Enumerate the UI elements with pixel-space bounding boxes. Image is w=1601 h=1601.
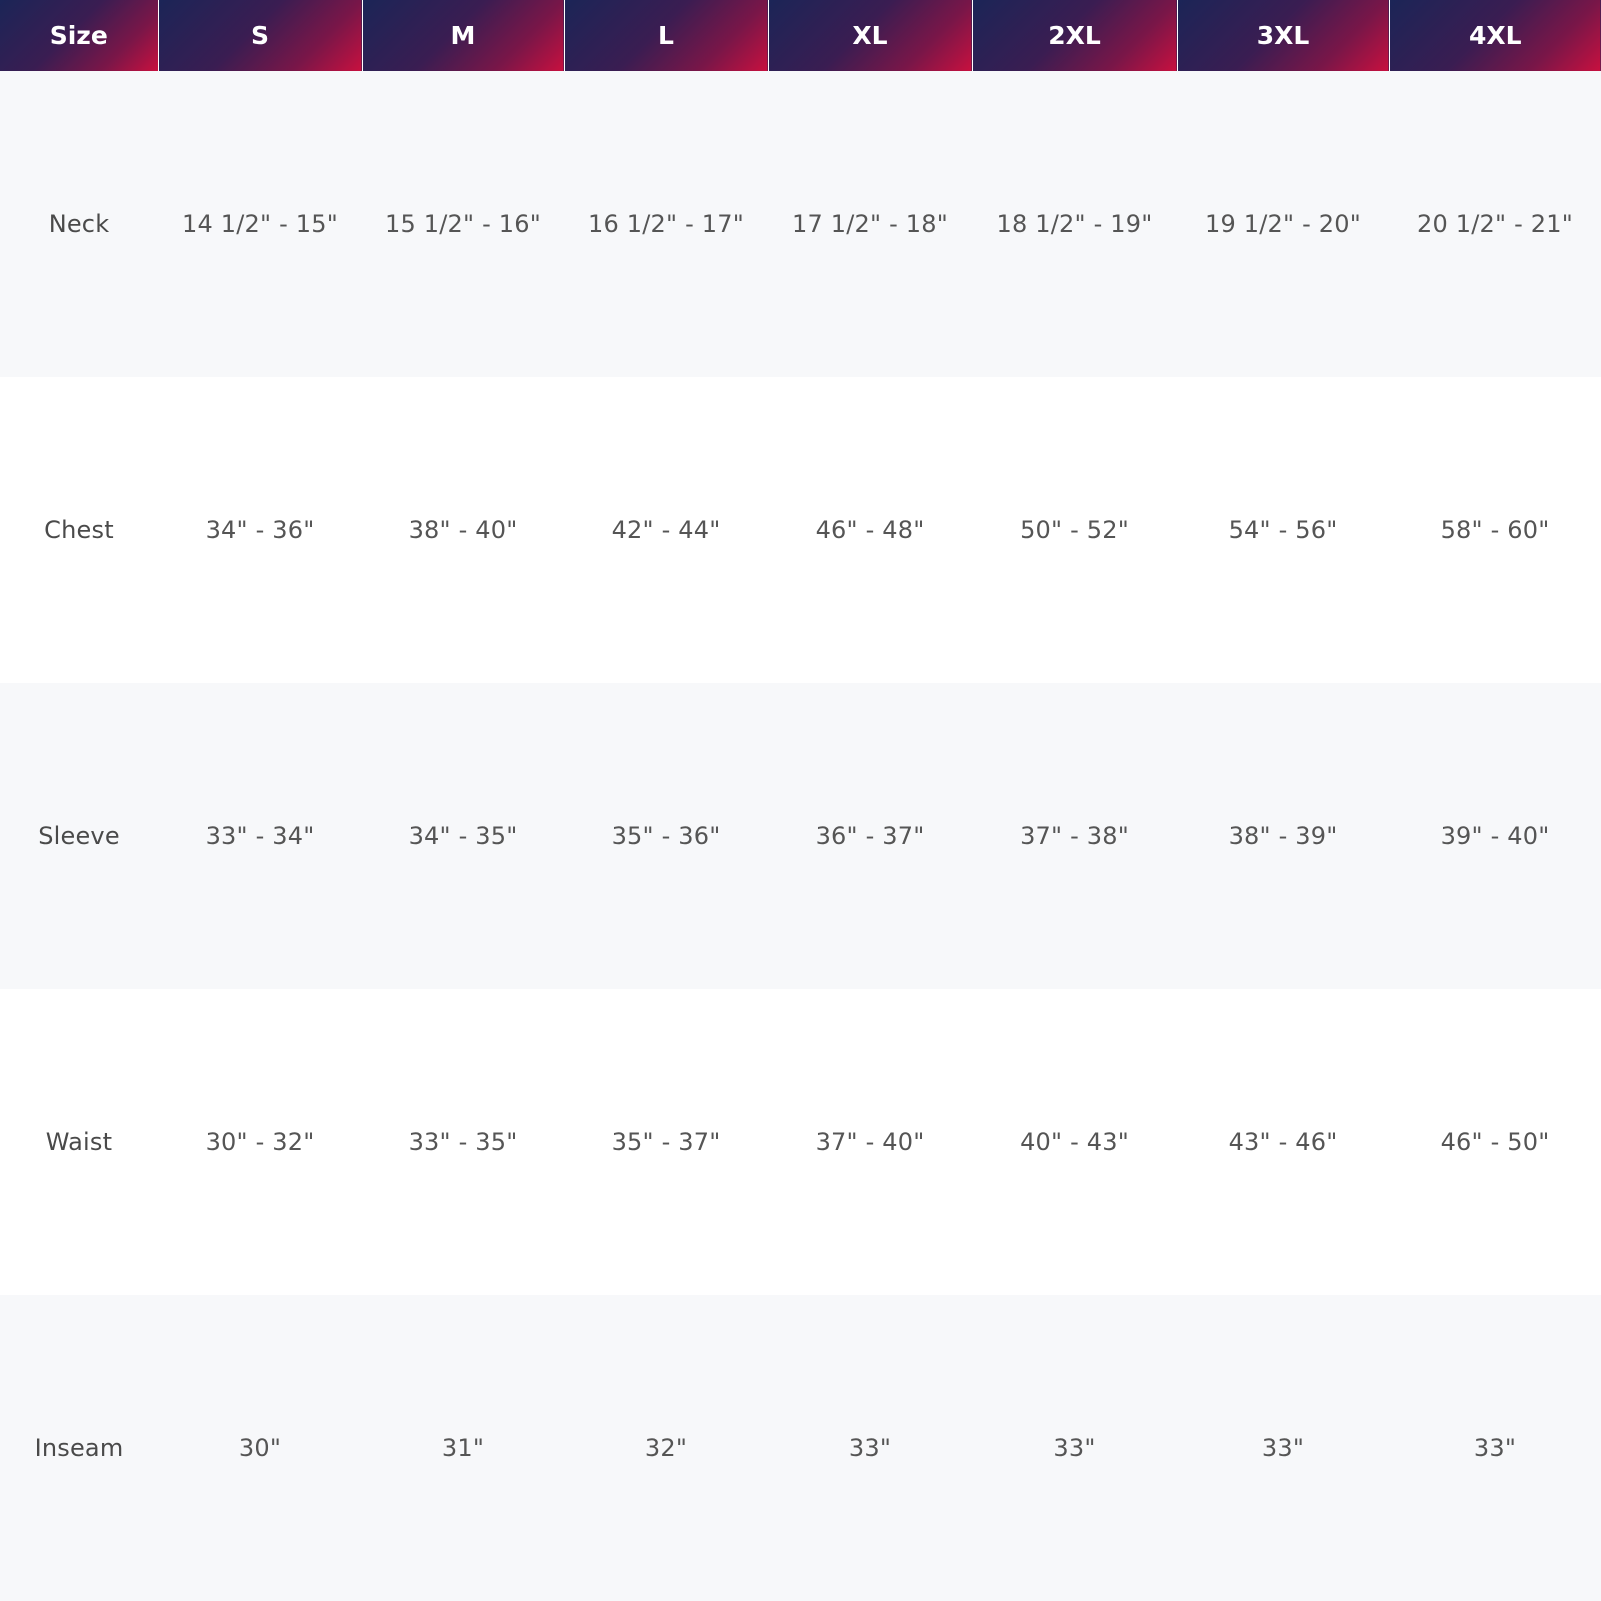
table-cell: 36" - 37": [815, 822, 925, 850]
table-cell: 37" - 40": [815, 1128, 925, 1156]
table-header: Size S M L XL 2XL 3XL 4XL: [0, 0, 1601, 71]
table-cell: 39" - 40": [1440, 822, 1550, 850]
table-cell: 46" - 50": [1440, 1128, 1550, 1156]
table-cell: 38" - 39": [1228, 822, 1338, 850]
table-cell: 15 1/2" - 16": [385, 210, 541, 238]
table-cell: 16 1/2" - 17": [588, 210, 744, 238]
header-4xl: 4XL: [1388, 0, 1601, 71]
row-label: Neck: [48, 210, 110, 238]
table-cell: 54" - 56": [1228, 516, 1338, 544]
table-cell: 33": [1261, 1434, 1305, 1462]
table-row-sleeve: Sleeve 33" - 34" 34" - 35" 35" - 36" 36"…: [0, 683, 1601, 989]
table-cell: 18 1/2" - 19": [996, 210, 1153, 238]
row-label: Sleeve: [38, 822, 120, 850]
table-cell: 19 1/2" - 20": [1205, 210, 1361, 238]
row-label: Chest: [44, 516, 114, 544]
header-size: Size: [0, 0, 158, 71]
table-cell: 33" - 35": [408, 1128, 518, 1156]
table-cell: 58" - 60": [1440, 516, 1550, 544]
table-row-chest: Chest 34" - 36" 38" - 40" 42" - 44" 46" …: [0, 377, 1601, 683]
row-label: Waist: [45, 1128, 113, 1156]
table-cell: 14 1/2" - 15": [182, 210, 338, 238]
size-chart-table: Size S M L XL 2XL 3XL 4XL Neck 14 1/2" -…: [0, 0, 1601, 1601]
table-row-neck: Neck 14 1/2" - 15" 15 1/2" - 16" 16 1/2"…: [0, 71, 1601, 377]
table-cell: 35" - 37": [611, 1128, 721, 1156]
table-cell: 20 1/2" - 21": [1417, 210, 1573, 238]
table-cell: 37" - 38": [1020, 822, 1129, 850]
table-cell: 33": [848, 1434, 892, 1462]
header-2xl: 2XL: [971, 0, 1177, 71]
header-xl: XL: [767, 0, 972, 71]
table-cell: 30": [238, 1434, 282, 1462]
table-cell: 40" - 43": [1020, 1128, 1129, 1156]
header-m: M: [361, 0, 564, 71]
header-row: Size S M L XL 2XL 3XL 4XL: [0, 0, 1601, 71]
table-cell: 50" - 52": [1020, 516, 1129, 544]
table-cell: 42" - 44": [611, 516, 721, 544]
table-cell: 33" - 34": [205, 822, 315, 850]
table-cell: 34" - 36": [205, 516, 315, 544]
table-cell: 43" - 46": [1228, 1128, 1338, 1156]
header-s: S: [157, 0, 362, 71]
table-cell: 17 1/2" - 18": [792, 210, 948, 238]
row-label: Inseam: [34, 1434, 124, 1462]
table-cell: 34" - 35": [408, 822, 518, 850]
table-cell: 33": [1473, 1434, 1517, 1462]
table-row-waist: Waist 30" - 32" 33" - 35" 35" - 37" 37" …: [0, 989, 1601, 1295]
table-cell: 31": [441, 1434, 485, 1462]
table-body: Neck 14 1/2" - 15" 15 1/2" - 16" 16 1/2"…: [0, 71, 1601, 1601]
table-cell: 33": [1053, 1434, 1096, 1462]
table-cell: 35" - 36": [611, 822, 721, 850]
header-l: L: [563, 0, 768, 71]
table-cell: 32": [644, 1434, 688, 1462]
table-cell: 46" - 48": [815, 516, 925, 544]
table-cell: 30" - 32": [205, 1128, 315, 1156]
table-cell: 38" - 40": [408, 516, 518, 544]
header-3xl: 3XL: [1176, 0, 1389, 71]
table-row-inseam: Inseam 30" 31" 32" 33" 33" 33" 33": [0, 1295, 1601, 1601]
